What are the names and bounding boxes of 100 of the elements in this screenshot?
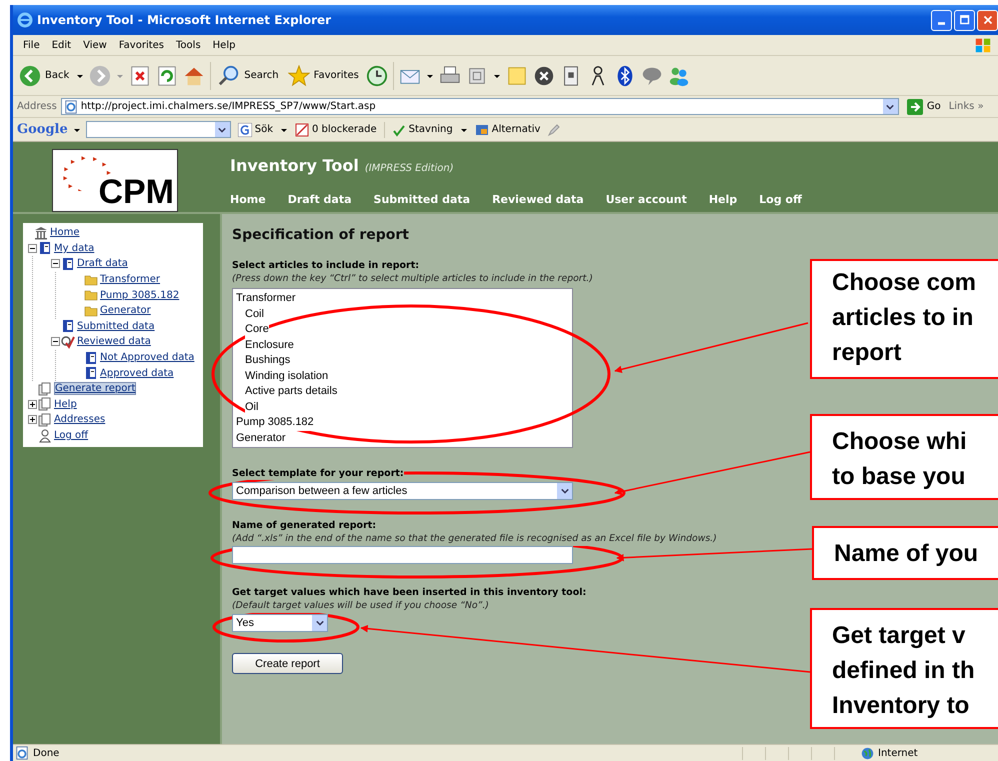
options-button[interactable]: Alternativ [472, 122, 542, 136]
article-list[interactable]: Transformer Coil Core Enclosure Bushings Winding isolation Active parts details Oil Pump 3085.182 Generator [232, 288, 573, 448]
search-button[interactable]: Sök [236, 122, 276, 136]
tree-item[interactable]: Pump 3085.182 [100, 290, 180, 301]
dropdown-button[interactable] [214, 122, 230, 137]
address-label: Address [17, 101, 57, 112]
list-option[interactable]: Core [245, 322, 269, 338]
folder-icon [84, 272, 98, 287]
building-icon [34, 226, 48, 240]
nav-link[interactable]: Draft data [288, 193, 352, 206]
pages-icon [38, 382, 52, 396]
zone-text: Internet [878, 748, 919, 758]
list-option[interactable]: Active parts details [245, 384, 338, 400]
field-label: Name of generated report: [232, 519, 376, 532]
back-button[interactable]: Back [17, 64, 72, 86]
check-mark-icon [61, 334, 75, 349]
chevron-icon [218, 126, 226, 134]
search-logo[interactable]: Google [17, 122, 68, 137]
expander-icon[interactable] [51, 259, 60, 268]
status-text: Done [33, 748, 60, 758]
book-icon [61, 319, 75, 334]
menu-item[interactable]: Help [206, 40, 242, 50]
menu-item[interactable]: Edit [46, 40, 78, 50]
target-select[interactable]: Yes [232, 614, 328, 632]
tree-item[interactable]: My data [54, 242, 94, 254]
tree-item[interactable]: Transformer [100, 274, 160, 286]
template-select[interactable]: Comparison between a few articles [232, 482, 573, 500]
tree-item[interactable]: Submitted data [77, 320, 155, 332]
menu-item[interactable]: Tools [170, 40, 207, 50]
tree-item[interactable]: Reviewed data [77, 336, 151, 348]
list-option[interactable]: Winding isolation [245, 368, 328, 384]
nav-link[interactable]: Help [708, 193, 738, 206]
tree-item[interactable]: Approved data [100, 368, 174, 379]
globe-icon [861, 746, 874, 760]
tree-item[interactable]: Draft data [77, 258, 128, 270]
site-title: Inventory Tool [230, 156, 359, 175]
folder-icon [84, 304, 98, 318]
dropdown-button[interactable] [882, 99, 898, 114]
star-icon [288, 64, 310, 86]
book-icon [84, 366, 98, 380]
input-field[interactable] [232, 546, 573, 564]
pages-icon [38, 412, 52, 427]
nav-link[interactable]: Submitted data [374, 193, 470, 206]
check-mark-icon [392, 122, 406, 136]
page-icon [15, 746, 29, 760]
close-circle-icon[interactable] [532, 64, 555, 86]
dropdown-button[interactable] [557, 483, 572, 499]
expander-icon[interactable] [51, 337, 60, 346]
menu-item[interactable]: Favorites [112, 40, 170, 50]
maximize-icon [958, 13, 972, 27]
page-heading: Specification of report [232, 226, 409, 244]
logo: CPM [52, 149, 178, 212]
tree-item[interactable]: Help [54, 398, 77, 410]
menu-item[interactable]: View [77, 40, 113, 50]
callout-text: Choose com articles to in report [810, 259, 998, 379]
edition-label: (IMPRESS Edition) [364, 163, 454, 174]
close-button[interactable] [977, 10, 998, 30]
nav-link[interactable]: Log off [759, 193, 802, 206]
window-title: Inventory Tool - Microsoft Internet Explorer [37, 13, 332, 27]
stop-icon[interactable] [129, 64, 152, 86]
expander-icon[interactable] [28, 400, 37, 409]
favorites-button[interactable]: Favorites [286, 64, 361, 86]
popup-blocker-button[interactable]: 0 blockerade [293, 122, 379, 136]
tree-item[interactable]: Generate report [54, 382, 136, 396]
letter-g-icon [238, 122, 252, 136]
pages-icon [38, 397, 52, 412]
minimize-button[interactable] [931, 10, 952, 30]
expander-icon[interactable] [28, 244, 37, 253]
minimize-icon [938, 22, 945, 25]
page-icon [64, 100, 78, 114]
flag-logo-icon [974, 36, 992, 54]
tree-item[interactable]: Not Approved data [100, 352, 194, 364]
nav-link[interactable]: User account [606, 193, 687, 206]
tree-item[interactable]: Home [50, 227, 80, 238]
nav-link[interactable]: Reviewed data [492, 193, 584, 206]
tree-item[interactable]: Addresses [54, 414, 106, 426]
chevron-icon [886, 102, 894, 110]
window-icon [474, 122, 489, 136]
list-option[interactable]: Oil [245, 400, 258, 415]
maximize-button[interactable] [954, 10, 975, 30]
search-field[interactable] [86, 121, 231, 138]
arrow-icon [906, 98, 923, 114]
clock-icon[interactable] [366, 64, 388, 86]
refresh-icon[interactable] [156, 64, 178, 86]
tree-item[interactable]: Generator [100, 305, 151, 316]
spell-check-button[interactable]: Stavning [390, 122, 455, 136]
dropdown-button[interactable] [312, 615, 327, 631]
go-button[interactable]: Go [902, 98, 945, 114]
list-option[interactable]: Pump 3085.182 [236, 415, 314, 430]
expander-icon[interactable] [28, 415, 37, 424]
menu-item[interactable]: File [17, 40, 46, 50]
field-label: Select articles to include in report: [232, 259, 420, 272]
nav-link[interactable]: Home [230, 193, 266, 206]
callout-text: Name of you [812, 526, 998, 580]
tree-item[interactable]: Log off [54, 430, 88, 442]
search-button[interactable]: Search [216, 64, 281, 86]
address-field[interactable]: http://project.imi.chalmers.se/IMPRESS_SP7/www/Start.asp [60, 98, 899, 115]
links-button[interactable]: Links » [948, 101, 984, 112]
list-option[interactable]: Bushings [245, 353, 290, 368]
create-report-button[interactable]: Create report [232, 653, 343, 674]
